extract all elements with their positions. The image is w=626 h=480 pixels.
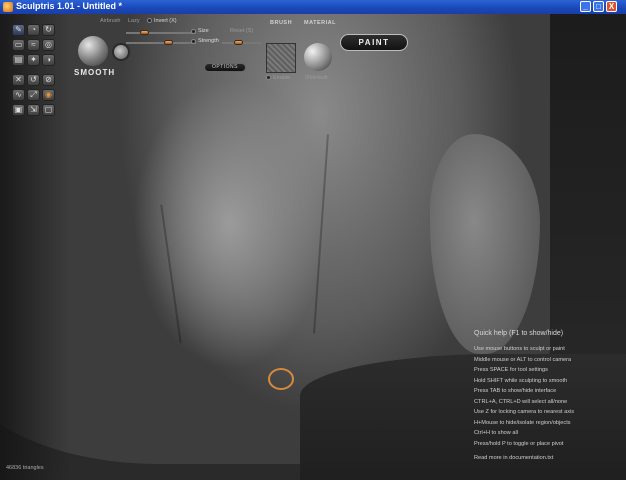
brush-cursor <box>268 368 294 390</box>
strength-pressure-toggle[interactable] <box>191 39 196 44</box>
quick-help-line: Press/hold P to toggle or place pivot <box>474 440 564 447</box>
minimize-button[interactable]: _ <box>580 1 591 12</box>
tool-button[interactable]: ▢ <box>42 104 55 116</box>
brush-name: SMOOTH <box>74 68 116 77</box>
tool-button[interactable]: ◎ <box>42 39 55 51</box>
strength-slider-track[interactable] <box>126 42 196 44</box>
brush-falloff-icon[interactable] <box>112 43 130 61</box>
airbrush-label[interactable]: Airbrush <box>100 18 120 24</box>
strength-slider-knob[interactable] <box>164 40 173 45</box>
strength-label: Strength <box>198 38 219 44</box>
quick-help-title: Quick help (F1 to show/hide) <box>474 330 564 337</box>
quick-help-line: Ctrl+H to show all <box>474 430 518 436</box>
maximize-button[interactable]: □ <box>593 1 604 12</box>
tool-button[interactable]: ◑ <box>42 54 55 66</box>
size-label: Size <box>198 28 209 34</box>
lazy-label[interactable]: Lazy <box>128 18 140 24</box>
quick-help-line: Use mouse buttons to sculpt or paint <box>474 346 565 352</box>
tool-button[interactable]: ✎ <box>12 24 25 36</box>
quick-help-panel: Quick help (F1 to show/hide) Use mouse b… <box>474 330 624 461</box>
tool-button[interactable]: ✦ <box>27 54 40 66</box>
window-title: Sculptris 1.01 - Untitled * <box>16 1 123 11</box>
size-pressure-toggle[interactable] <box>191 29 196 34</box>
tool-button[interactable]: ∿ <box>12 89 25 101</box>
triangle-count: 46836 triangles <box>6 465 44 471</box>
tool-button[interactable]: ↺ <box>27 74 40 86</box>
size-slider-knob[interactable] <box>140 30 149 35</box>
material-name: 00default <box>305 75 328 81</box>
window-titlebar[interactable]: Sculptris 1.01 - Untitled * _ □ X <box>0 0 626 14</box>
strength-aux-slider-knob[interactable] <box>234 40 243 45</box>
tool-button[interactable]: ⤢ <box>27 89 40 101</box>
brush-texture-enable-checkbox[interactable] <box>266 75 271 80</box>
brush-texture-swatch[interactable] <box>266 43 296 73</box>
quick-help-footer: Read more in documentation.txt <box>474 455 554 461</box>
quick-help-line: H+Mouse to hide/isolate region/objects <box>474 419 571 426</box>
tool-button[interactable]: ≈ <box>27 39 40 51</box>
tool-button[interactable]: ↻ <box>42 24 55 36</box>
brush-section-label: BRUSH <box>270 20 293 26</box>
reset-label[interactable]: Reset (S) <box>230 28 253 34</box>
quick-help-line: Middle mouse or ALT to control camera <box>474 356 572 363</box>
brush-preview-sphere[interactable] <box>78 36 108 66</box>
quick-help-line: Use Z for locking camera to nearest axis <box>474 409 575 415</box>
paint-button[interactable]: PAINT <box>340 34 408 51</box>
size-slider-track[interactable] <box>126 32 196 34</box>
tool-button[interactable]: ◉ <box>42 89 55 101</box>
quick-help-line: Hold SHIFT while sculpting to smooth <box>474 377 568 384</box>
quick-help-line: Press SPACE for tool settings <box>474 367 548 373</box>
quick-help-line: Press TAB to show/hide interface <box>474 388 557 394</box>
tool-button[interactable]: ▭ <box>12 39 25 51</box>
app-icon <box>3 2 13 12</box>
tool-button[interactable]: ⇲ <box>27 104 40 116</box>
invert-label[interactable]: Invert (X) <box>154 18 177 24</box>
tool-button[interactable]: ✕ <box>12 74 25 86</box>
tool-button[interactable]: ▤ <box>12 54 25 66</box>
quick-help-line: CTRL+A, CTRL+D will select all/none <box>474 398 568 405</box>
quick-help-lines: Use mouse buttons to sculpt or paint Midd… <box>474 344 624 449</box>
options-button[interactable]: OPTIONS <box>204 63 246 72</box>
sculpt-toolbar: ✎ ◔ ↻ ▭ ≈ ◎ ▤ ✦ ◑ ✕ ↺ ⊘ ∿ ⤢ ◉ ▣ ⇲ ▢ SMOOTH Airbrush Lazy … <box>8 16 418 134</box>
close-button[interactable]: X <box>606 1 617 12</box>
material-preview-sphere[interactable] <box>304 43 332 71</box>
material-section-label: MATERIAL <box>304 20 337 26</box>
tool-button[interactable]: ⊘ <box>42 74 55 86</box>
tool-button[interactable]: ▣ <box>12 104 25 116</box>
tool-button[interactable]: ◔ <box>27 24 40 36</box>
invert-checkbox[interactable] <box>147 18 152 23</box>
brush-texture-enable-label[interactable]: Enable <box>273 75 290 81</box>
